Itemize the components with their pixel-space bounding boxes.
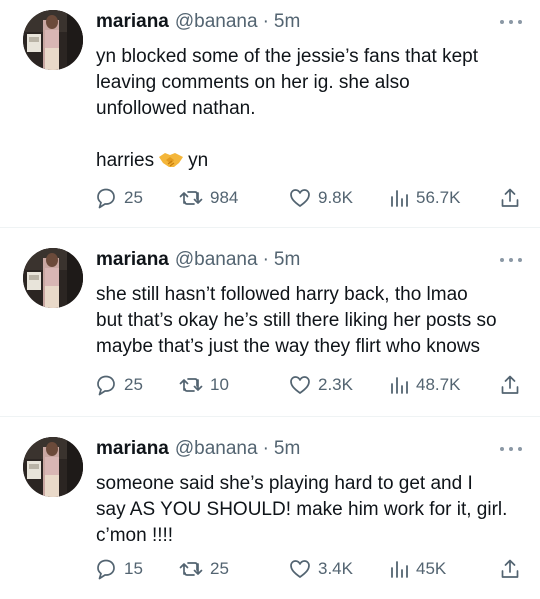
separator-dot: · — [262, 11, 269, 32]
like-button[interactable]: 2.3K — [288, 373, 388, 397]
action-bar: 25 10 2.3K 48.7K — [94, 373, 522, 397]
tweet-text-word: harries — [96, 150, 155, 171]
share-button[interactable] — [498, 373, 522, 397]
view-count: 48.7K — [416, 375, 461, 394]
more-icon[interactable] — [500, 255, 522, 265]
view-count: 56.7K — [416, 188, 461, 207]
like-button[interactable]: 3.4K — [288, 557, 388, 581]
share-icon — [501, 188, 519, 207]
tweet-text: she still hasn’t followed harry back, th… — [96, 282, 526, 360]
avatar[interactable] — [23, 10, 83, 70]
user-handle[interactable]: @banana — [175, 437, 258, 461]
share-button[interactable] — [498, 186, 522, 210]
timestamp[interactable]: 5m — [274, 10, 300, 34]
retweet-icon — [179, 191, 203, 205]
reply-button[interactable]: 25 — [94, 373, 178, 397]
tweet-header: mariana @banana · 5m — [96, 10, 522, 34]
tweet-text: someone said she’s playing hard to get a… — [96, 471, 526, 549]
timestamp[interactable]: 5m — [274, 437, 300, 461]
retweet-button[interactable]: 984 — [178, 186, 288, 210]
action-bar: 15 25 3.4K 45K — [94, 557, 522, 581]
tweet-text: yn blocked some of the jessie’s fans tha… — [96, 44, 526, 177]
like-count: 9.8K — [318, 188, 353, 207]
tweet-text-line: but that’s okay he’s still there liking … — [96, 310, 497, 331]
display-name[interactable]: mariana — [96, 10, 169, 34]
reply-button[interactable]: 15 — [94, 557, 178, 581]
action-bar: 25 984 9.8K 56.7K — [94, 186, 522, 210]
heart-icon — [290, 189, 310, 207]
heart-icon — [290, 560, 310, 578]
reply-count: 25 — [124, 375, 143, 394]
handshake-emoji-icon — [158, 151, 184, 177]
user-handle[interactable]: @banana — [175, 10, 258, 34]
tweet-text-line: leaving comments on her ig. she also — [96, 72, 410, 93]
tweet-text-line: maybe that’s just the way they flirt who… — [96, 336, 481, 357]
separator-dot: · — [262, 438, 269, 459]
retweet-icon — [179, 562, 203, 576]
views-icon — [391, 190, 408, 207]
tweet[interactable]: mariana @banana · 5m someone said she’s … — [0, 417, 540, 599]
reply-icon — [97, 375, 115, 396]
view-count: 45K — [416, 559, 447, 578]
views-button[interactable]: 56.7K — [388, 186, 498, 210]
views-button[interactable]: 48.7K — [388, 373, 498, 397]
display-name[interactable]: mariana — [96, 248, 169, 272]
tweet-header: mariana @banana · 5m — [96, 248, 522, 272]
tweet-text-line: yn blocked some of the jessie’s fans tha… — [96, 46, 478, 67]
retweet-button[interactable]: 10 — [178, 373, 288, 397]
retweet-button[interactable]: 25 — [178, 557, 288, 581]
user-handle[interactable]: @banana — [175, 248, 258, 272]
reply-icon — [97, 559, 115, 580]
reply-button[interactable]: 25 — [94, 186, 178, 210]
more-icon[interactable] — [500, 17, 522, 27]
reply-count: 25 — [124, 188, 143, 207]
display-name[interactable]: mariana — [96, 437, 169, 461]
retweet-count: 10 — [210, 375, 229, 394]
tweet-header: mariana @banana · 5m — [96, 437, 522, 461]
share-icon — [501, 375, 519, 394]
tweet-text-line: unfollowed nathan. — [96, 98, 256, 119]
avatar[interactable] — [23, 248, 83, 308]
reply-count: 15 — [124, 559, 143, 578]
separator-dot: · — [262, 249, 269, 270]
more-icon[interactable] — [500, 444, 522, 454]
tweet-text-word: yn — [188, 150, 209, 171]
like-count: 3.4K — [318, 559, 353, 578]
views-button[interactable]: 45K — [388, 557, 498, 581]
like-count: 2.3K — [318, 375, 353, 394]
views-icon — [391, 561, 408, 578]
share-icon — [501, 559, 519, 578]
tweet[interactable]: mariana @banana · 5m she still hasn’t fo… — [0, 228, 540, 417]
tweet-text-line: she still hasn’t followed harry back, th… — [96, 284, 468, 305]
tweet-text-line: c’mon !!!! — [96, 525, 174, 546]
tweet-text-line: say AS YOU SHOULD! make him work for it,… — [96, 499, 508, 520]
timestamp[interactable]: 5m — [274, 248, 300, 272]
like-button[interactable]: 9.8K — [288, 186, 388, 210]
retweet-icon — [179, 378, 203, 392]
reply-icon — [97, 188, 115, 209]
retweet-count: 984 — [210, 188, 239, 207]
tweet[interactable]: mariana @banana · 5m yn blocked some of … — [0, 0, 540, 228]
views-icon — [391, 377, 408, 394]
tweet-text-line: someone said she’s playing hard to get a… — [96, 473, 473, 494]
tweet-text-line: harries yn — [96, 148, 526, 177]
share-button[interactable] — [498, 557, 522, 581]
tweet-feed: mariana @banana · 5m yn blocked some of … — [0, 0, 540, 599]
avatar[interactable] — [23, 437, 83, 497]
retweet-count: 25 — [210, 559, 229, 578]
heart-icon — [290, 376, 310, 394]
